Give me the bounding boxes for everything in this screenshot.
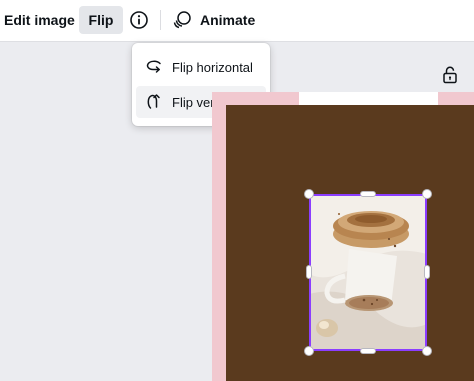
flip-vertical-icon (147, 94, 160, 109)
resize-handle-bottom-left[interactable] (304, 346, 314, 356)
resize-handle-right[interactable] (424, 265, 430, 279)
selection-frame (309, 194, 427, 351)
lock-button[interactable] (442, 66, 458, 89)
flip-horizontal-option[interactable]: Flip horizontal (136, 51, 266, 83)
flip-button[interactable]: Flip (79, 6, 123, 34)
unlock-icon (443, 66, 457, 84)
resize-handle-top[interactable] (360, 191, 376, 197)
resize-handle-top-left[interactable] (304, 189, 314, 199)
resize-handle-bottom-right[interactable] (422, 346, 432, 356)
animate-label: Animate (200, 12, 256, 28)
resize-handle-bottom[interactable] (360, 348, 376, 354)
edit-image-button[interactable]: Edit image (4, 6, 75, 34)
canvas-top-element (299, 92, 438, 105)
toolbar-divider (160, 10, 161, 30)
flip-horizontal-icon (146, 60, 161, 73)
flip-horizontal-label: Flip horizontal (172, 59, 253, 75)
info-icon (130, 11, 148, 29)
animate-icon (173, 11, 191, 29)
info-button[interactable] (128, 6, 150, 34)
animate-button[interactable]: Animate (172, 6, 255, 34)
resize-handle-top-right[interactable] (422, 189, 432, 199)
resize-handle-left[interactable] (306, 265, 312, 279)
editor-toolbar: Edit image Flip Animate (0, 0, 474, 42)
